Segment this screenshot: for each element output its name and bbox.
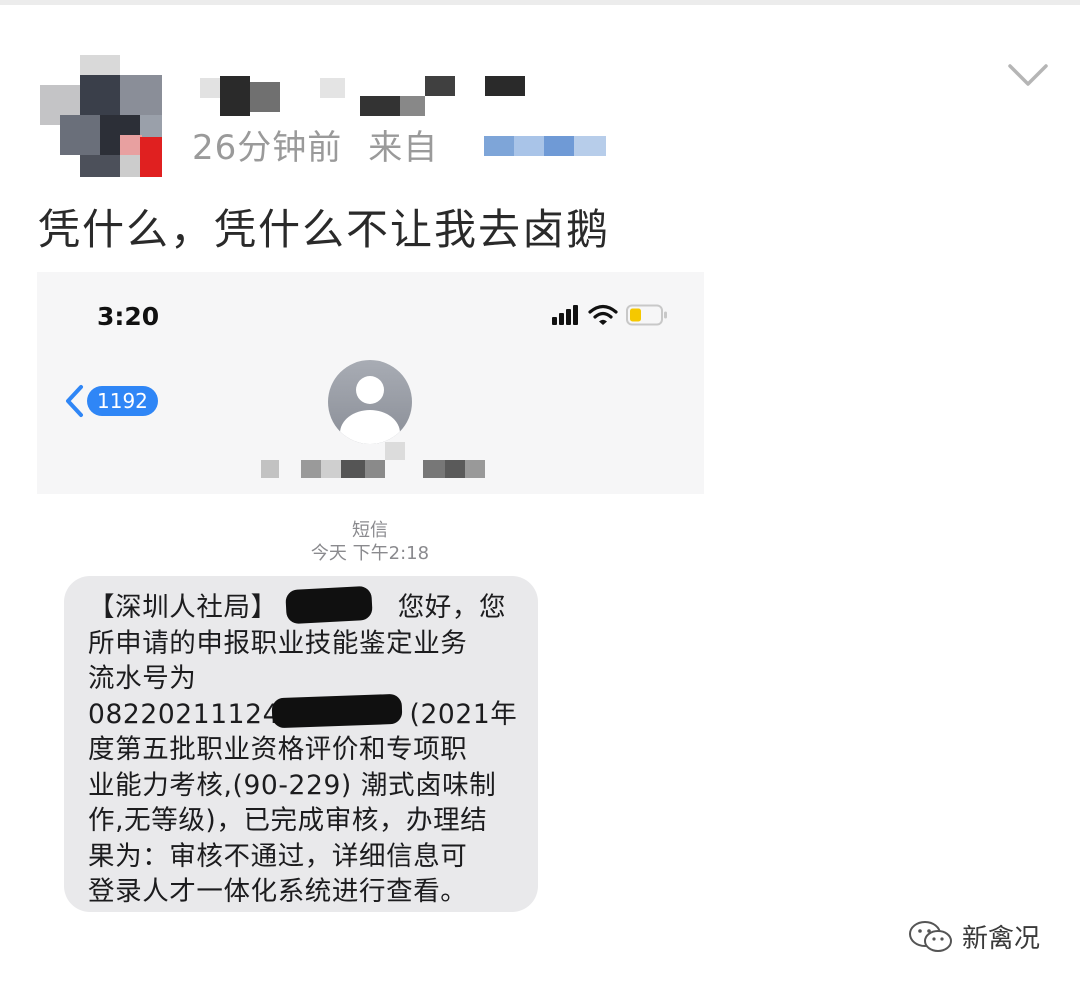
battery-icon	[626, 304, 667, 326]
unread-count-badge: 1192	[87, 386, 158, 416]
message-line: 流水号为	[88, 663, 197, 694]
contact-avatar-icon[interactable]	[328, 360, 412, 444]
status-time: 3:20	[97, 302, 160, 331]
message-text: 【深圳人社局】 您好，您 所申请的申报职业技能鉴定业务 流水号为 08220211…	[88, 590, 528, 910]
chevron-left-icon	[66, 385, 83, 417]
wifi-icon	[588, 304, 618, 325]
screenshot-page: 26分钟前 来自 凭什么，凭什么不让我去卤鹅 3:20 1192 短信 今天 下…	[0, 0, 1080, 982]
message-line: 业能力考核,(90-229) 潮式卤味制	[88, 769, 497, 801]
watermark: 新禽况	[908, 918, 1040, 955]
signal-icon	[552, 305, 578, 325]
redaction-mark	[271, 693, 403, 729]
post-source-blurred[interactable]	[484, 136, 606, 156]
message-line: 度第五批职业资格评价和专项职	[88, 734, 468, 765]
post-time: 26分钟前	[192, 127, 343, 168]
message-line: 所申请的申报职业技能鉴定业务	[88, 627, 468, 659]
back-button[interactable]: 1192	[63, 384, 158, 418]
sms-screenshot-header: 3:20 1192	[37, 272, 704, 494]
wechat-icon	[909, 920, 952, 952]
redaction-mark	[285, 585, 373, 625]
top-edge	[0, 0, 1080, 5]
post-source-label: 来自	[368, 127, 439, 168]
message-line: 登录人才一体化系统进行查看。	[88, 876, 468, 907]
chevron-down-icon[interactable]	[1006, 60, 1050, 90]
sms-time: 今天 下午2:18	[310, 543, 430, 564]
message-line: 果为：审核不通过，详细信息可	[88, 840, 468, 872]
watermark-text: 新禽况	[962, 924, 1041, 954]
contact-name-blurred[interactable]	[261, 440, 491, 482]
message-line: 作,无等级)，已完成审核，办理结	[88, 805, 488, 836]
post-text: 凭什么，凭什么不让我去卤鹅	[38, 205, 611, 254]
post-meta: 26分钟前 来自	[192, 122, 439, 168]
username-blurred[interactable]	[200, 72, 530, 122]
status-icons	[552, 304, 668, 326]
user-avatar[interactable]	[40, 55, 162, 177]
